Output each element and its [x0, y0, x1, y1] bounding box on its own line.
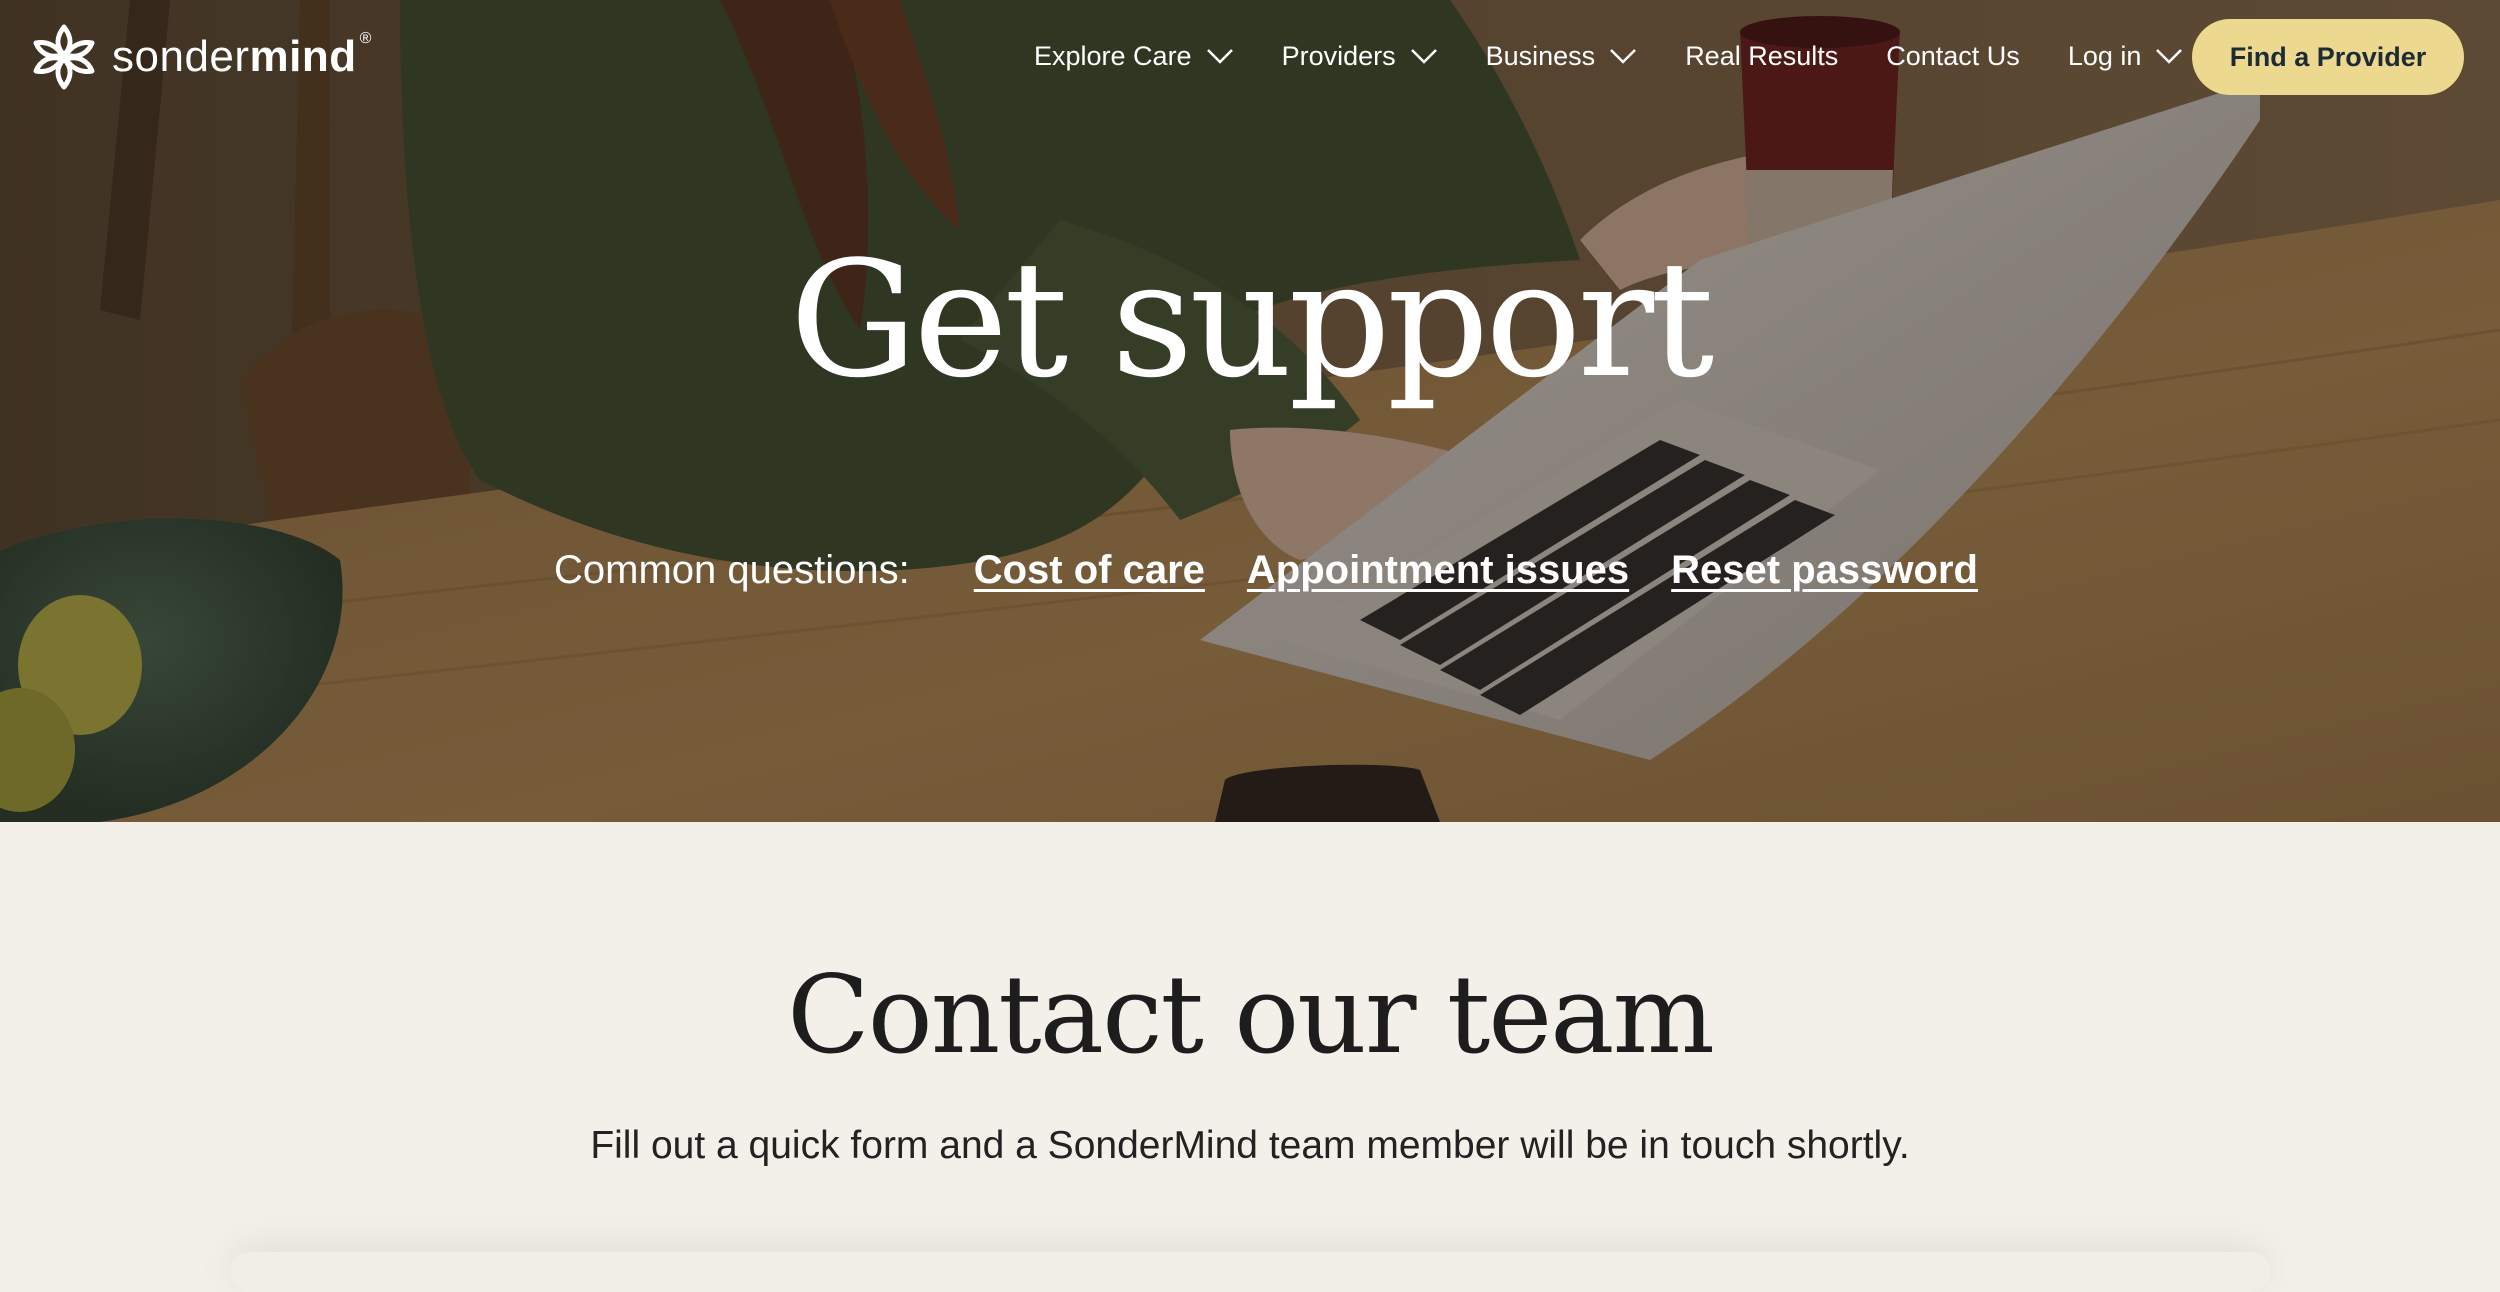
nav-links: Explore Care Providers Business Real Res…	[1034, 0, 2231, 112]
nav-item-contact-us[interactable]: Contact Us	[1886, 41, 2020, 72]
nav-item-label: Business	[1485, 40, 1596, 71]
registered-mark: ®	[359, 30, 372, 47]
nav-item-label: Contact Us	[1886, 40, 2020, 71]
hero-title: Get support	[789, 226, 1715, 413]
hero-section: sondermind ® Explore Care Providers Busi…	[0, 0, 2500, 822]
nav-item-log-in[interactable]: Log in	[2068, 41, 2184, 72]
chevron-down-icon	[2156, 49, 2183, 64]
chevron-down-icon	[1610, 49, 1637, 64]
chevron-down-icon	[1410, 49, 1437, 64]
nav-item-business[interactable]: Business	[1486, 41, 1638, 72]
link-reset-password[interactable]: Reset password	[1671, 548, 1978, 593]
link-appointment-issues[interactable]: Appointment issues	[1247, 548, 1629, 593]
contact-subtitle: Fill out a quick form and a SonderMind t…	[590, 1124, 1910, 1167]
contact-section: Contact our team Fill out a quick form a…	[0, 822, 2500, 1292]
nav-item-explore-care[interactable]: Explore Care	[1034, 41, 1234, 72]
find-a-provider-button[interactable]: Find a Provider	[2192, 19, 2464, 95]
sondermind-flower-logo-icon	[33, 24, 95, 90]
nav-item-providers[interactable]: Providers	[1282, 41, 1438, 72]
nav-item-label: Explore Care	[1034, 40, 1192, 71]
common-questions: Common questions: Cost of care Appointme…	[554, 548, 2020, 593]
sondermind-logo[interactable]: sondermind ®	[30, 20, 371, 94]
logo-wordmark: sondermind	[112, 32, 357, 81]
link-cost-of-care[interactable]: Cost of care	[974, 548, 1205, 593]
contact-title: Contact our team	[787, 953, 1715, 1078]
common-questions-label: Common questions:	[554, 548, 910, 592]
nav-item-real-results[interactable]: Real Results	[1685, 41, 1838, 72]
top-navigation: sondermind ® Explore Care Providers Busi…	[0, 0, 2500, 112]
nav-item-label: Log in	[2067, 40, 2142, 71]
chevron-down-icon	[1206, 49, 1233, 64]
nav-item-label: Providers	[1281, 40, 1396, 71]
contact-form-card	[230, 1252, 2270, 1292]
nav-item-label: Real Results	[1685, 40, 1839, 71]
